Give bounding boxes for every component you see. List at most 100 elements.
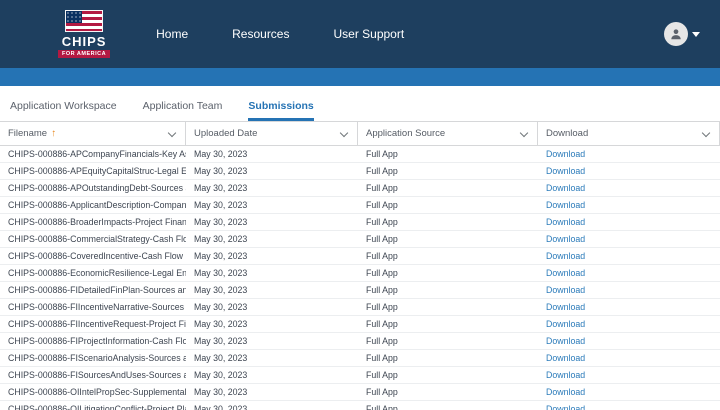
cell-uploaded-date: May 30, 2023 [194,285,248,295]
download-link[interactable]: Download [546,387,585,397]
chevron-down-icon[interactable] [701,128,711,138]
cell-filename: CHIPS-000886-FIScenarioAnalysis-Sources … [8,353,186,363]
cell-uploaded-date: May 30, 2023 [194,183,248,193]
column-label: Filename [8,128,48,139]
cell-filename: CHIPS-000886-OIIntelPropSec-Supplemental… [8,387,186,397]
secondary-header-bar [0,68,720,86]
download-link[interactable]: Download [546,353,585,363]
cell-application-source: Full App [366,353,398,363]
download-link[interactable]: Download [546,234,585,244]
cell-uploaded-date: May 30, 2023 [194,387,248,397]
cell-application-source: Full App [366,302,398,312]
column-header-uploaded-date[interactable]: Uploaded Date [186,122,358,145]
cell-application-source: Full App [366,200,398,210]
chevron-down-icon[interactable] [167,128,177,138]
tab-application-team[interactable]: Application Team [143,100,223,121]
sort-ascending-icon: ↑ [51,128,57,139]
cell-uploaded-date: May 30, 2023 [194,336,248,346]
download-link[interactable]: Download [546,268,585,278]
column-label: Download [546,128,589,139]
table-row: CHIPS-000886-FIProjectInformation-Cash F… [0,333,720,350]
cell-uploaded-date: May 30, 2023 [194,353,248,363]
cell-filename: CHIPS-000886-BroaderImpacts-Project Fina… [8,217,186,227]
cell-filename: CHIPS-000886-OILitigationConflict-Projec… [8,404,186,410]
cell-uploaded-date: May 30, 2023 [194,217,248,227]
column-label: Application Source [366,128,446,139]
download-link[interactable]: Download [546,302,585,312]
main-nav: Home Resources User Support [156,27,404,41]
nav-resources[interactable]: Resources [232,27,289,41]
cell-application-source: Full App [366,404,398,410]
cell-application-source: Full App [366,234,398,244]
cell-application-source: Full App [366,285,398,295]
table-row: CHIPS-000886-FIScenarioAnalysis-Sources … [0,350,720,367]
cell-application-source: Full App [366,251,398,261]
download-link[interactable]: Download [546,217,585,227]
table-row: CHIPS-000886-EconomicResilience-Legal En… [0,265,720,282]
cell-application-source: Full App [366,370,398,380]
download-link[interactable]: Download [546,183,585,193]
table-row: CHIPS-000886-BroaderImpacts-Project Fina… [0,214,720,231]
cell-uploaded-date: May 30, 2023 [194,302,248,312]
tab-submissions[interactable]: Submissions [248,100,314,121]
cell-uploaded-date: May 30, 2023 [194,319,248,329]
main-content: Application Workspace Application Team S… [0,86,720,410]
cell-application-source: Full App [366,336,398,346]
nav-user-support[interactable]: User Support [333,27,404,41]
cell-application-source: Full App [366,387,398,397]
table-row: CHIPS-000886-OILitigationConflict-Projec… [0,401,720,410]
table-row: CHIPS-000886-CommercialStrategy-Cash Flo… [0,231,720,248]
table-row: CHIPS-000886-OIIntelPropSec-Supplemental… [0,384,720,401]
cell-filename: CHIPS-000886-FIIncentiveNarrative-Source… [8,302,186,312]
logo-brand-text: CHIPS [61,34,107,49]
cell-uploaded-date: May 30, 2023 [194,234,248,244]
table-row: CHIPS-000886-FIIncentiveRequest-Project … [0,316,720,333]
column-label: Uploaded Date [194,128,258,139]
nav-home[interactable]: Home [156,27,188,41]
download-link[interactable]: Download [546,149,585,159]
chevron-down-icon [692,31,700,37]
us-flag-icon [65,10,104,32]
cell-filename: CHIPS-000886-FIIncentiveRequest-Project … [8,319,186,329]
download-link[interactable]: Download [546,319,585,329]
cell-uploaded-date: May 30, 2023 [194,251,248,261]
cell-filename: CHIPS-000886-CommercialStrategy-Cash Flo… [8,234,186,244]
chevron-down-icon[interactable] [519,128,529,138]
download-link[interactable]: Download [546,200,585,210]
tab-application-workspace[interactable]: Application Workspace [10,100,117,121]
column-header-filename[interactable]: Filename ↑ [0,122,186,145]
download-link[interactable]: Download [546,404,585,410]
cell-uploaded-date: May 30, 2023 [194,370,248,380]
table-row: CHIPS-000886-CoveredIncentive-Cash Flow … [0,248,720,265]
table-header-row: Filename ↑ Uploaded Date Application Sou… [0,122,720,146]
cell-filename: CHIPS-000886-EconomicResilience-Legal En… [8,268,186,278]
cell-uploaded-date: May 30, 2023 [194,149,248,159]
download-link[interactable]: Download [546,166,585,176]
download-link[interactable]: Download [546,251,585,261]
logo-subtitle-text: for AMERICA [58,50,111,58]
cell-application-source: Full App [366,166,398,176]
cell-application-source: Full App [366,319,398,329]
table-body: CHIPS-000886-APCompanyFinancials-Key Ass… [0,146,720,410]
chevron-down-icon[interactable] [339,128,349,138]
download-link[interactable]: Download [546,336,585,346]
cell-application-source: Full App [366,217,398,227]
tab-bar: Application Workspace Application Team S… [0,86,720,121]
table-row: CHIPS-000886-APCompanyFinancials-Key Ass… [0,146,720,163]
table-row: CHIPS-000886-APEquityCapitalStruc-Legal … [0,163,720,180]
column-header-download[interactable]: Download [538,122,720,145]
chips-logo: CHIPS for AMERICA [58,10,111,58]
top-header: CHIPS for AMERICA Home Resources User Su… [0,0,720,68]
table-row: CHIPS-000886-FIDetailedFinPlan-Sources a… [0,282,720,299]
cell-application-source: Full App [366,149,398,159]
cell-uploaded-date: May 30, 2023 [194,268,248,278]
column-header-application-source[interactable]: Application Source [358,122,538,145]
user-menu[interactable] [664,22,700,46]
cell-filename: CHIPS-000886-APEquityCapitalStruc-Legal … [8,166,186,176]
download-link[interactable]: Download [546,285,585,295]
download-link[interactable]: Download [546,370,585,380]
table-row: CHIPS-000886-APOutstandingDebt-Sources a… [0,180,720,197]
cell-filename: CHIPS-000886-APOutstandingDebt-Sources a… [8,183,186,193]
cell-filename: CHIPS-000886-CoveredIncentive-Cash Flow … [8,251,186,261]
cell-uploaded-date: May 30, 2023 [194,404,248,410]
